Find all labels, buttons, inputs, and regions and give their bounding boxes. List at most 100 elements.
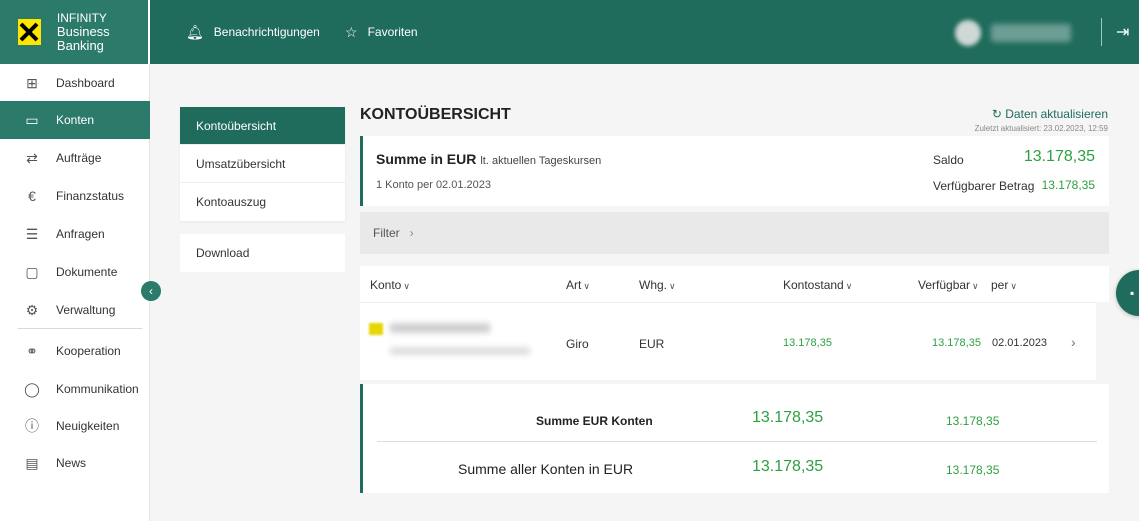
filter-label: Filter <box>373 226 400 240</box>
filter-bar[interactable]: Filter › <box>360 212 1109 254</box>
chevron-down-icon: ∨ <box>403 281 410 291</box>
user-profile[interactable] <box>955 20 1085 46</box>
sidebar-item-kooperation[interactable]: ⚭ Kooperation <box>0 332 150 370</box>
chat-icon: ◯ <box>24 380 40 397</box>
sidebar-item-label: Konten <box>56 113 95 127</box>
brand-text: INFINITY Business Banking <box>57 11 148 53</box>
sidebar-divider <box>18 328 142 329</box>
sidebar-item-finanzstatus[interactable]: € Finanzstatus <box>0 177 150 215</box>
refresh-button[interactable]: ↻ Daten aktualisieren <box>992 107 1108 121</box>
chevron-right-icon: › <box>409 226 414 240</box>
cell-whg: EUR <box>639 337 665 351</box>
subnav-download[interactable]: Download <box>180 234 345 272</box>
total-all-verfuegbar: 13.178,35 <box>946 463 1000 477</box>
sidebar-item-label: News <box>56 456 87 470</box>
refresh-icon: ↻ <box>991 107 1002 121</box>
sidebar-item-label: Anfragen <box>56 227 105 241</box>
bell-icon: 🔔︎ <box>186 23 204 40</box>
brand-logo[interactable]: INFINITY Business Banking <box>0 0 150 64</box>
notifications-label: Benachrichtigungen <box>213 25 320 39</box>
notifications-link[interactable]: 🔔︎ Benachrichtigungen <box>186 0 320 64</box>
totals-card: Summe EUR Konten 13.178,35 13.178,35 Sum… <box>360 384 1109 493</box>
sidebar-item-label: Kooperation <box>56 344 121 358</box>
grid-icon: ⊞ <box>26 74 38 91</box>
header-art[interactable]: Art ∨ <box>566 278 590 292</box>
documents-icon: ▢ <box>25 263 39 280</box>
gear-icon: ⚙ <box>25 301 39 318</box>
chevron-down-icon: ∨ <box>1010 281 1017 291</box>
orders-icon: ⇄ <box>26 149 38 166</box>
sidebar-item-anfragen[interactable]: ☰ Anfragen <box>0 215 150 253</box>
account-count: 1 Konto <box>376 179 414 191</box>
top-header: INFINITY Business Banking 🔔︎ Benachricht… <box>0 0 1139 64</box>
sidebar-item-label: Verwaltung <box>56 303 116 317</box>
total-eur-kontostand: 13.178,35 <box>752 409 824 426</box>
subnav-kontouebersicht[interactable]: Kontoübersicht <box>180 107 345 145</box>
sidebar-item-label: Dokumente <box>56 265 118 279</box>
header-per[interactable]: per ∨ <box>991 278 1017 292</box>
subnav-kontoauszug[interactable]: Kontoauszug <box>180 183 345 221</box>
totals-divider <box>377 441 1097 442</box>
info-icon: ⓘ <box>25 418 39 434</box>
header-whg[interactable]: Whg. ∨ <box>639 278 676 292</box>
chevron-down-icon: ∨ <box>583 281 590 291</box>
chevron-right-icon[interactable]: › <box>1071 334 1076 350</box>
favorites-label: Favoriten <box>367 25 418 39</box>
chevron-left-icon: ‹ <box>149 284 153 298</box>
header-konto[interactable]: Konto ∨ <box>370 278 410 292</box>
header-per-label: per <box>991 278 1009 292</box>
cell-art: Giro <box>566 337 589 351</box>
star-icon: ☆ <box>345 23 358 40</box>
sidebar-item-label: Aufträge <box>56 151 102 165</box>
favorites-link[interactable]: ☆ Favoriten <box>345 0 418 64</box>
last-updated-text: Zuletzt aktualisiert: 23.02.2023, 12:59 <box>974 124 1108 133</box>
summary-card: Summe in EUR lt. aktuellen Tageskursen 1 … <box>360 136 1109 206</box>
euro-status-icon: € <box>28 188 36 204</box>
cell-verfuegbar: 13.178,35 <box>932 337 981 349</box>
page-title: KONTOÜBERSICHT <box>360 106 511 123</box>
subnav-umsatzuebersicht[interactable]: Umsatzübersicht <box>180 145 345 183</box>
sidebar-item-news[interactable]: ▤ News <box>0 444 150 482</box>
total-eur-label: Summe EUR Konten <box>536 414 653 428</box>
sidebar-item-auftraege[interactable]: ⇄ Aufträge <box>0 139 150 177</box>
available-label: Verfügbarer Betrag <box>933 179 1035 193</box>
avatar <box>955 20 981 46</box>
brand-line1: INFINITY <box>56 11 107 25</box>
sidebar-item-dokumente[interactable]: ▢ Dokumente <box>0 253 150 291</box>
summary-title: Summe in EUR lt. aktuellen Tageskursen <box>376 151 601 167</box>
header-verfuegbar-label: Verfügbar <box>918 278 971 292</box>
sidebar-item-label: Kommunikation <box>56 382 139 396</box>
account-bank-logo-icon <box>369 323 383 335</box>
total-all-label: Summe aller Konten in EUR <box>458 461 634 477</box>
table-row[interactable]: Giro EUR 13.178,35 13.178,35 02.01.2023 … <box>360 302 1096 380</box>
accounts-table-header: Konto ∨ Art ∨ Whg. ∨ Kontostand ∨ Verfügbar ∨… <box>360 266 1109 302</box>
refresh-label: Daten aktualisieren <box>1005 107 1108 121</box>
sidebar: ⊞ Dashboard ▭ Konten ⇄ Aufträge € Finanz… <box>0 64 150 521</box>
chevron-down-icon: ∨ <box>972 281 979 291</box>
cards-icon: ▭ <box>25 111 39 128</box>
header-divider <box>1101 18 1102 46</box>
sidebar-item-konten[interactable]: ▭ Konten <box>0 101 150 139</box>
header-verfuegbar[interactable]: Verfügbar ∨ <box>918 278 979 292</box>
total-eur-verfuegbar: 13.178,35 <box>946 414 1000 428</box>
sidebar-item-label: Dashboard <box>56 76 115 90</box>
logout-icon[interactable]: ⇥ <box>1116 22 1129 42</box>
sidebar-item-dashboard[interactable]: ⊞ Dashboard <box>0 64 150 102</box>
summary-title-text: Summe in EUR <box>376 151 477 167</box>
sidebar-item-label: Neuigkeiten <box>56 419 120 433</box>
chat-button[interactable]: ▪ <box>1116 270 1139 316</box>
account-iban-blurred <box>390 347 530 355</box>
sidebar-item-neuigkeiten[interactable]: ⓘ Neuigkeiten <box>0 407 150 445</box>
header-kontostand[interactable]: Kontostand ∨ <box>783 278 852 292</box>
total-all-kontostand: 13.178,35 <box>752 458 824 475</box>
sidebar-item-verwaltung[interactable]: ⚙ Verwaltung <box>0 291 150 329</box>
news-icon: ▤ <box>25 454 39 471</box>
brand-line2: Business Banking <box>56 24 110 53</box>
sidebar-item-kommunikation[interactable]: ◯ Kommunikation <box>0 370 150 408</box>
saldo-value: 13.178,35 <box>1023 148 1095 165</box>
account-subnav: Kontoübersicht Umsatzübersicht Kontoausz… <box>180 107 345 221</box>
header-kontostand-label: Kontostand <box>783 278 844 292</box>
header-art-label: Art <box>566 278 582 292</box>
handshake-icon: ⚭ <box>26 342 38 359</box>
sidebar-collapse-button[interactable]: ‹ <box>141 281 161 301</box>
